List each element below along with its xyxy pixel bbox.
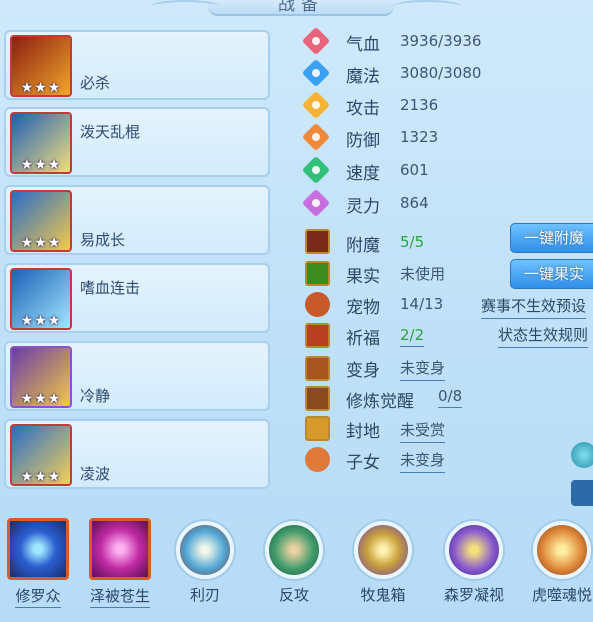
bless-label: 祈福 (346, 329, 380, 349)
slot-1[interactable]: ★★★ 必杀 (4, 30, 270, 100)
skill-counter-icon (265, 521, 323, 579)
slot-stars: ★★★ (20, 469, 62, 485)
slot-stars: ★★★ (20, 235, 62, 251)
title-ornament-left (150, 0, 220, 14)
slot-name: 必杀 (80, 74, 111, 92)
stat-value-hp: 3936/3936 (400, 32, 482, 50)
awaken-label: 修炼觉醒 (346, 392, 414, 412)
skill-label: 泽被苍生 (89, 585, 150, 608)
children-value[interactable]: 未变身 (400, 449, 446, 473)
stat-label-attack: 攻击 (346, 99, 380, 119)
enchant-label: 附魔 (346, 236, 380, 256)
stat-value-spirit: 864 (400, 194, 429, 212)
slot-2[interactable]: ★★★ 泼天乱棍 (4, 107, 270, 177)
state-rules-link[interactable]: 状态生效规则 (498, 324, 589, 348)
boots-skill-icon: ★★★ (10, 424, 72, 486)
mana-icon (301, 58, 331, 88)
ring-skill-icon: ★★★ (10, 346, 72, 408)
pet-label: 宠物 (346, 298, 380, 318)
fruit-all-button[interactable]: 一键果实 (510, 259, 593, 289)
stat-value-mp: 3080/3080 (400, 64, 482, 82)
slot-stars: ★★★ (20, 80, 62, 96)
bless-icon (305, 323, 330, 348)
children-icon (305, 447, 330, 472)
slot-name: 凌波 (80, 465, 111, 483)
pet-icon[interactable] (305, 292, 330, 317)
stat-label-hp: 气血 (346, 35, 380, 55)
skill-1[interactable]: 修罗众 (2, 518, 74, 608)
stat-value-attack: 2136 (400, 96, 439, 114)
pet-value: 14/13 (400, 295, 444, 313)
transform-label: 变身 (346, 361, 380, 381)
shield-icon (301, 122, 331, 152)
staff-skill-icon: ★★★ (10, 112, 72, 174)
slot-stars: ★★★ (20, 157, 62, 173)
gem-icon[interactable] (571, 442, 593, 468)
stat-label-defense: 防御 (346, 131, 380, 151)
sword-icon (301, 90, 331, 120)
heart-icon (301, 26, 331, 56)
awaken-icon (305, 386, 330, 411)
skill-blade-icon (176, 521, 234, 579)
skill-2[interactable]: 泽被苍生 (84, 518, 156, 608)
transform-value[interactable]: 未变身 (400, 357, 446, 381)
slot-name: 冷静 (80, 387, 111, 405)
stat-label-mp: 魔法 (346, 67, 380, 87)
speed-icon (301, 155, 331, 185)
skill-6[interactable]: 森罗凝视 (438, 518, 510, 605)
skill-label: 反攻 (278, 586, 309, 604)
skill-7[interactable]: 虎噬魂悦 (526, 518, 593, 605)
event-preset-link[interactable]: 赛事不生效预设 (481, 295, 587, 319)
stat-value-speed: 601 (400, 161, 429, 179)
slot-4[interactable]: ★★★ 嗜血连击 (4, 263, 270, 333)
slot-name: 泼天乱棍 (80, 123, 141, 141)
fief-label: 封地 (346, 422, 380, 442)
enchant-icon (305, 229, 330, 254)
armor-skill-icon: ★★★ (10, 190, 72, 252)
spirit-icon (301, 188, 331, 218)
awaken-value[interactable]: 0/8 (438, 387, 463, 408)
skill-label: 森罗凝视 (443, 586, 504, 604)
fief-icon (305, 416, 330, 441)
skill-ghost-box-icon (354, 521, 412, 579)
skill-blessing-icon (89, 518, 151, 580)
children-label: 子女 (346, 453, 380, 473)
fruit-label: 果实 (346, 267, 380, 287)
bless-value[interactable]: 2/2 (400, 326, 425, 347)
slot-6[interactable]: ★★★ 凌波 (4, 419, 270, 489)
window-title-text: 战备 (278, 0, 324, 15)
skill-4[interactable]: 反攻 (258, 518, 330, 605)
transform-icon (305, 356, 330, 381)
slot-5[interactable]: ★★★ 冷静 (4, 341, 270, 411)
skill-5[interactable]: 牧鬼箱 (347, 518, 419, 605)
fruit-icon (305, 261, 330, 286)
skill-gaze-icon (445, 521, 503, 579)
skill-label: 虎噬魂悦 (531, 586, 592, 604)
skill-label: 牧鬼箱 (360, 586, 406, 604)
title-ornament-right (392, 0, 462, 14)
skill-3[interactable]: 利刃 (169, 518, 241, 605)
fruit-value: 未使用 (400, 265, 446, 283)
skill-tiger-icon (533, 521, 591, 579)
fief-value[interactable]: 未受赏 (400, 419, 446, 443)
slot-name: 嗜血连击 (80, 279, 141, 297)
skill-label: 利刃 (189, 586, 220, 604)
stat-label-spirit: 灵力 (346, 197, 380, 217)
enchant-all-button[interactable]: 一键附魔 (510, 223, 593, 253)
crit-skill-icon: ★★★ (10, 35, 72, 97)
stat-label-speed: 速度 (346, 164, 380, 184)
stat-value-defense: 1323 (400, 128, 439, 146)
slot-stars: ★★★ (20, 313, 62, 329)
amulet-skill-icon: ★★★ (10, 268, 72, 330)
skill-shura-icon (7, 518, 69, 580)
slot-3[interactable]: ★★★ 易成长 (4, 185, 270, 255)
skill-label: 修罗众 (15, 585, 61, 608)
share-icon[interactable] (571, 480, 593, 506)
window-title: 战备 (208, 0, 394, 16)
enchant-value: 5/5 (400, 233, 425, 251)
slot-name: 易成长 (80, 231, 126, 249)
slot-stars: ★★★ (20, 391, 62, 407)
